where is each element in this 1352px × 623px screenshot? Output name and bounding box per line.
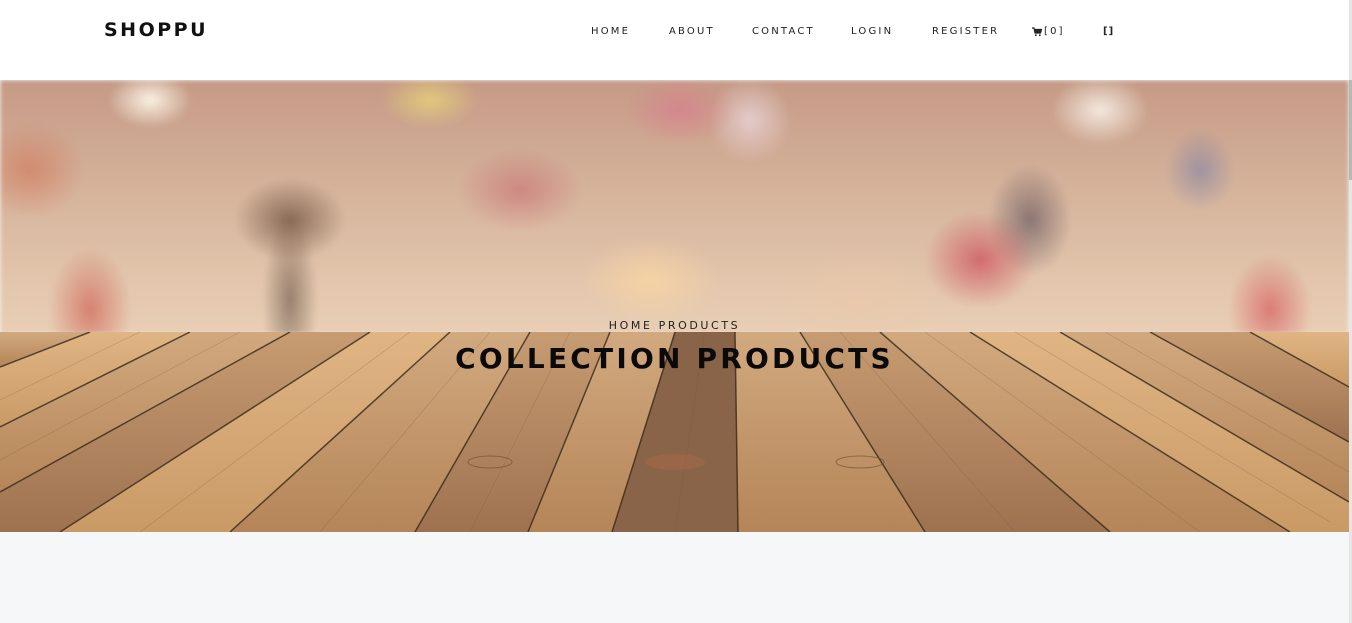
brand-logo[interactable]: SHOPPU — [104, 19, 208, 41]
nav-user[interactable]: [] — [1103, 25, 1114, 39]
site-header: SHOPPU HOME ABOUT CONTACT LOGIN REGISTER… — [0, 0, 1349, 80]
breadcrumb: HOME PRODUCTS — [608, 319, 741, 332]
nav-contact[interactable]: CONTACT — [752, 25, 815, 39]
page: SHOPPU HOME ABOUT CONTACT LOGIN REGISTER… — [0, 0, 1352, 623]
nav-login[interactable]: LOGIN — [851, 25, 893, 39]
nav-about[interactable]: ABOUT — [669, 25, 715, 39]
cart-count: [0] — [1044, 26, 1065, 37]
nav-register[interactable]: REGISTER — [932, 25, 999, 39]
hero-blurred-background — [0, 80, 1349, 334]
nav-home[interactable]: HOME — [591, 25, 630, 39]
shopping-cart-icon — [1032, 27, 1042, 37]
page-title: COLLECTION PRODUCTS — [455, 342, 894, 375]
nav-cart[interactable]: [0] — [1032, 25, 1065, 39]
hero-banner: HOME PRODUCTS COLLECTION PRODUCTS — [0, 80, 1349, 532]
